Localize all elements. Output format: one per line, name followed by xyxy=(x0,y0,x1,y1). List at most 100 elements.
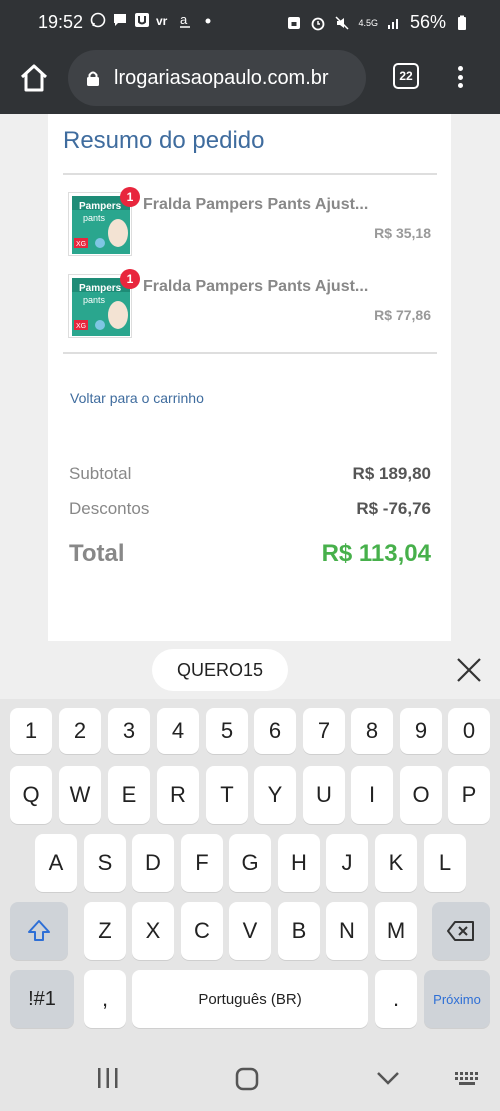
svg-text:Pampers: Pampers xyxy=(79,201,122,212)
svg-text:Pampers: Pampers xyxy=(79,283,122,294)
order-item[interactable]: Pampers pants XG 1 Fralda Pampers Pants … xyxy=(68,269,431,340)
key-o[interactable]: O xyxy=(400,766,442,824)
home-icon[interactable] xyxy=(18,62,50,94)
key-y[interactable]: Y xyxy=(254,766,296,824)
key-1[interactable]: 1 xyxy=(10,708,52,754)
lock-icon xyxy=(87,71,99,86)
app-a-icon: a xyxy=(180,12,190,28)
key-v[interactable]: V xyxy=(229,902,271,960)
order-summary-title: Resumo do pedido xyxy=(63,127,265,154)
key-9[interactable]: 9 xyxy=(400,708,442,754)
key-a[interactable]: A xyxy=(35,834,77,892)
key-j[interactable]: J xyxy=(326,834,368,892)
chevron-down-icon[interactable] xyxy=(376,1067,400,1089)
svg-text:a: a xyxy=(180,12,188,27)
comma-key[interactable]: , xyxy=(84,970,126,1028)
key-p[interactable]: P xyxy=(448,766,490,824)
symbols-key[interactable]: !#1 xyxy=(10,970,74,1028)
shift-icon xyxy=(28,920,50,941)
key-2[interactable]: 2 xyxy=(59,708,101,754)
key-z[interactable]: Z xyxy=(84,902,126,960)
backspace-icon xyxy=(447,921,474,941)
key-d[interactable]: D xyxy=(132,834,174,892)
vr-icon: vr xyxy=(156,14,168,28)
alarm-icon xyxy=(312,17,325,30)
period-key[interactable]: . xyxy=(375,970,417,1028)
lock-screen-icon xyxy=(288,16,301,29)
close-icon[interactable] xyxy=(456,657,482,683)
key-4[interactable]: 4 xyxy=(157,708,199,754)
key-k[interactable]: K xyxy=(375,834,417,892)
key-r[interactable]: R xyxy=(157,766,199,824)
key-5[interactable]: 5 xyxy=(206,708,248,754)
dot-icon xyxy=(205,18,211,24)
svg-text:pants: pants xyxy=(83,295,106,305)
divider xyxy=(63,173,437,175)
quantity-badge: 1 xyxy=(120,269,140,289)
key-q[interactable]: Q xyxy=(10,766,52,824)
suggestion-chip[interactable]: QUERO15 xyxy=(152,649,288,691)
total-value: R$ 113,04 xyxy=(321,540,431,567)
quantity-badge: 1 xyxy=(120,187,140,207)
key-7[interactable]: 7 xyxy=(303,708,345,754)
order-item[interactable]: Pampers pants XG 1 Fralda Pampers Pants … xyxy=(68,187,431,258)
item-price: R$ 35,18 xyxy=(374,225,431,241)
key-s[interactable]: S xyxy=(84,834,126,892)
key-x[interactable]: X xyxy=(132,902,174,960)
key-w[interactable]: W xyxy=(59,766,101,824)
key-n[interactable]: N xyxy=(326,902,368,960)
subtotal-value: R$ 189,80 xyxy=(352,464,431,483)
total-row: Total R$ 113,04 xyxy=(69,540,431,568)
key-e[interactable]: E xyxy=(108,766,150,824)
mute-icon xyxy=(335,15,349,30)
tab-switcher-button[interactable]: 22 xyxy=(393,63,419,89)
order-summary-card: Resumo do pedido Pampers pants XG 1 Fral… xyxy=(48,114,451,641)
item-name: Fralda Pampers Pants Ajust... xyxy=(143,196,369,213)
key-b[interactable]: B xyxy=(278,902,320,960)
tab-count: 22 xyxy=(399,69,413,83)
key-i[interactable]: I xyxy=(351,766,393,824)
discount-row: Descontos R$ -76,76 xyxy=(69,499,431,519)
shift-key[interactable] xyxy=(10,902,68,960)
key-u[interactable]: U xyxy=(303,766,345,824)
svg-text:vr: vr xyxy=(156,14,168,28)
item-price: R$ 77,86 xyxy=(374,307,431,323)
item-name: Fralda Pampers Pants Ajust... xyxy=(143,278,369,295)
svg-text:XG: XG xyxy=(76,323,86,330)
key-f[interactable]: F xyxy=(181,834,223,892)
message-icon xyxy=(114,14,126,26)
browser-toolbar: lrogariasaopaulo.com.br 22 xyxy=(0,44,500,114)
key-0[interactable]: 0 xyxy=(448,708,490,754)
space-key[interactable]: Português (BR) xyxy=(132,970,368,1028)
key-h[interactable]: H xyxy=(278,834,320,892)
network-type: 4.5G xyxy=(358,17,378,28)
home-nav-icon[interactable] xyxy=(235,1067,259,1091)
key-8[interactable]: 8 xyxy=(351,708,393,754)
back-to-cart-link[interactable]: Voltar para o carrinho xyxy=(70,390,204,406)
next-key[interactable]: Próximo xyxy=(424,970,490,1028)
battery-percent: 56% xyxy=(409,12,446,32)
key-c[interactable]: C xyxy=(181,902,223,960)
address-bar[interactable]: lrogariasaopaulo.com.br xyxy=(68,50,366,106)
status-bar: 19:52 vr a 4.5G 56% xyxy=(0,0,500,44)
recent-apps-icon[interactable] xyxy=(96,1067,120,1089)
key-t[interactable]: T xyxy=(206,766,248,824)
discount-label: Descontos xyxy=(69,499,150,518)
total-label: Total xyxy=(69,540,125,567)
key-3[interactable]: 3 xyxy=(108,708,150,754)
keyboard: 1 2 3 4 5 6 7 8 9 0 Q W E R T Y U I O P … xyxy=(0,699,500,1045)
key-l[interactable]: L xyxy=(424,834,466,892)
svg-text:pants: pants xyxy=(83,213,106,223)
navigation-bar xyxy=(0,1045,500,1111)
more-options-icon[interactable] xyxy=(452,62,468,92)
keyboard-icon[interactable] xyxy=(454,1071,482,1087)
notification-icons: vr a xyxy=(90,12,216,28)
status-time: 19:52 xyxy=(38,12,84,32)
backspace-key[interactable] xyxy=(432,902,490,960)
system-icons: 4.5G 56% xyxy=(286,12,470,33)
key-m[interactable]: M xyxy=(375,902,417,960)
subtotal-label: Subtotal xyxy=(69,464,132,483)
key-g[interactable]: G xyxy=(229,834,271,892)
whatsapp-icon xyxy=(90,12,106,28)
key-6[interactable]: 6 xyxy=(254,708,296,754)
